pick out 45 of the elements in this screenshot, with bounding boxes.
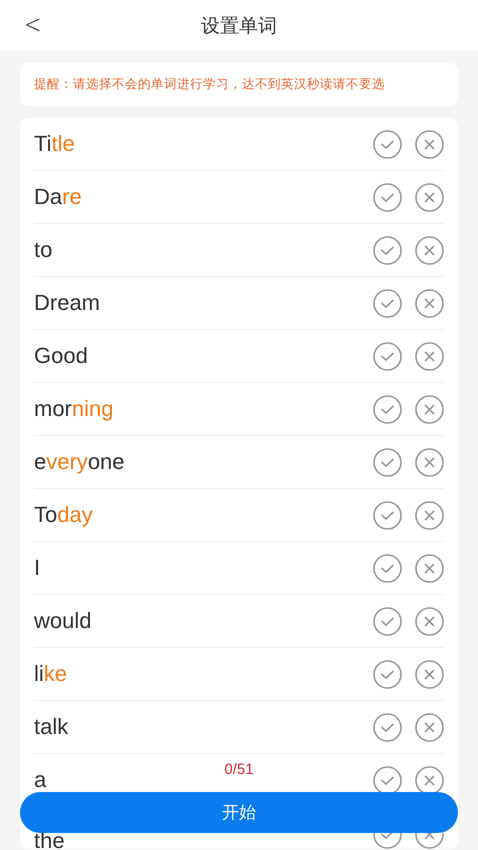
page-title: 设置单词 (201, 14, 277, 38)
check-circle-icon[interactable] (373, 130, 402, 158)
word-text: the (34, 833, 65, 849)
selection-counter: 0/51 (224, 761, 254, 778)
word-text: would (34, 608, 92, 634)
close-circle-icon[interactable] (415, 712, 444, 742)
check-circle-icon[interactable] (373, 394, 402, 424)
notice-text: 提醒：请选择不会的单词进行学习，达不到英汉秒读请不要选 (20, 63, 458, 106)
check-circle-icon[interactable] (373, 766, 402, 794)
close-circle-icon[interactable] (415, 448, 444, 476)
word-text: like (34, 661, 68, 687)
check-circle-icon[interactable] (373, 288, 402, 318)
close-circle-icon[interactable] (415, 342, 444, 370)
close-circle-icon[interactable] (415, 182, 444, 212)
close-circle-icon[interactable] (415, 660, 444, 688)
check-circle-icon[interactable] (373, 182, 402, 212)
close-circle-icon[interactable] (415, 554, 444, 582)
start-button[interactable]: 开始 (20, 792, 458, 833)
word-text: talk (34, 714, 68, 740)
close-circle-icon[interactable] (415, 394, 444, 424)
close-circle-icon[interactable] (415, 766, 444, 794)
close-circle-icon[interactable] (415, 606, 444, 636)
check-circle-icon[interactable] (373, 554, 402, 582)
word-text: a (34, 767, 46, 793)
word-text: I (34, 555, 40, 581)
check-circle-icon[interactable] (373, 448, 402, 476)
check-circle-icon[interactable] (373, 660, 402, 688)
check-circle-icon[interactable] (373, 712, 402, 742)
check-circle-icon[interactable] (373, 500, 402, 530)
close-circle-icon[interactable] (415, 500, 444, 530)
word-text: Title (34, 131, 75, 157)
word-text: Today (34, 502, 93, 528)
word-text: to (34, 237, 52, 263)
check-circle-icon[interactable] (373, 606, 402, 636)
word-text: Dare (34, 184, 82, 210)
word-text: everyone (34, 449, 125, 475)
close-circle-icon[interactable] (415, 288, 444, 318)
check-circle-icon[interactable] (373, 342, 402, 370)
word-text: Good (34, 343, 88, 369)
word-text: Dream (34, 290, 100, 316)
back-button[interactable]: < (20, 10, 45, 40)
check-circle-icon[interactable] (373, 236, 402, 264)
close-circle-icon[interactable] (415, 130, 444, 158)
word-text: morning (34, 396, 114, 422)
close-circle-icon[interactable] (415, 236, 444, 264)
